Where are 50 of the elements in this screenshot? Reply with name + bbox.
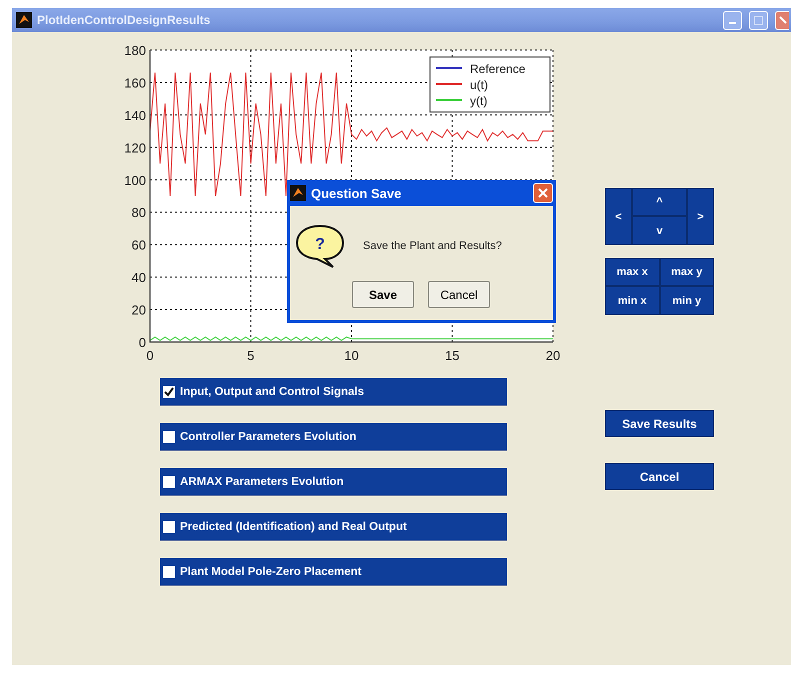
axis-limit-button[interactable]: max y xyxy=(660,258,714,286)
legend-label: Reference xyxy=(470,62,526,76)
close-button[interactable] xyxy=(533,183,553,203)
y-tick-label: 180 xyxy=(124,43,146,58)
save-button[interactable]: Save xyxy=(352,281,414,308)
x-tick-label: 0 xyxy=(146,348,154,363)
pan-up-button[interactable]: ^ xyxy=(632,188,687,216)
x-tick-label: 5 xyxy=(247,348,254,363)
x-tick-label: 15 xyxy=(445,348,460,363)
plot-checkbox[interactable]: Input, Output and Control Signals xyxy=(160,378,507,406)
y-tick-label: 60 xyxy=(132,238,146,253)
question-bubble-icon: ? xyxy=(295,224,345,268)
y-tick-label: 40 xyxy=(132,270,146,286)
plot-checkbox[interactable]: Predicted (Identification) and Real Output xyxy=(160,513,507,541)
axis-limit-button[interactable]: min x xyxy=(605,286,660,315)
plot-checkbox[interactable]: ARMAX Parameters Evolution xyxy=(160,468,507,496)
checkbox[interactable] xyxy=(163,566,175,578)
save-results-button[interactable]: Save Results xyxy=(605,410,714,437)
legend-label: y(t) xyxy=(470,94,488,108)
check-icon xyxy=(164,386,174,396)
legend-label: u(t) xyxy=(470,78,488,92)
y-tick-label: 0 xyxy=(138,335,146,350)
app-icon xyxy=(290,185,306,201)
y-tick-label: 100 xyxy=(124,172,146,188)
window-title: PlotIdenControlDesignResults xyxy=(37,13,212,27)
pan-right-button[interactable]: > xyxy=(687,188,714,245)
axis-limit-button[interactable]: min y xyxy=(660,286,714,315)
app-icon xyxy=(16,12,32,28)
plot-checkbox[interactable]: Plant Model Pole-Zero Placement xyxy=(160,558,507,586)
y-tick-label: 20 xyxy=(132,302,146,318)
axis-limit-button[interactable]: max x xyxy=(605,258,660,286)
dialog-message: Save the Plant and Results? xyxy=(363,240,502,252)
plot-checkbox[interactable]: Controller Parameters Evolution xyxy=(160,423,507,451)
cancel-button[interactable]: Cancel xyxy=(605,463,714,490)
x-tick-label: 10 xyxy=(344,348,359,363)
pan-down-button[interactable]: v xyxy=(632,216,687,245)
close-button[interactable] xyxy=(775,10,789,30)
pan-left-button[interactable]: < xyxy=(605,188,632,245)
y-tick-label: 140 xyxy=(124,108,146,123)
maximize-icon xyxy=(754,16,763,24)
checkbox[interactable] xyxy=(163,520,175,532)
cancel-button[interactable]: Cancel xyxy=(428,281,490,308)
y-tick-label: 120 xyxy=(124,140,146,156)
checkbox[interactable] xyxy=(163,476,175,488)
checkbox[interactable] xyxy=(163,430,175,442)
checkbox[interactable] xyxy=(163,386,175,398)
x-tick-label: 20 xyxy=(546,348,560,363)
y-tick-label: 80 xyxy=(132,205,146,220)
dialog-title: Question Save xyxy=(311,186,402,200)
y-tick-label: 160 xyxy=(124,75,146,90)
